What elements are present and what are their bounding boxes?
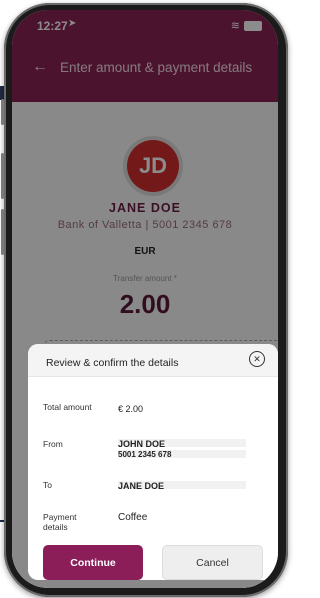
review-dialog: Review & confirm the details ✕ Total amo… <box>28 344 278 580</box>
review-dialog-title: Review & confirm the details <box>46 357 179 369</box>
from-account-number: 5001 2345 678 <box>118 450 172 459</box>
to-account-name: JANE DOE <box>118 481 165 491</box>
continue-button[interactable]: Continue <box>43 545 143 580</box>
close-circle-icon[interactable]: ✕ <box>249 351 265 367</box>
total-amount-value: € 2.00 <box>118 404 144 414</box>
from-label: From <box>43 439 63 449</box>
side-button <box>1 153 4 199</box>
from-account-name: JOHN DOE <box>118 439 166 449</box>
side-button <box>1 209 4 255</box>
payment-details-label-line2: details <box>43 522 68 532</box>
cancel-button[interactable]: Cancel <box>162 545 263 580</box>
to-label: To <box>43 480 52 490</box>
payment-details-label: Payment <box>43 512 77 522</box>
review-dialog-header: Review & confirm the details ✕ <box>28 344 278 377</box>
payment-details-value: Coffee <box>118 512 148 523</box>
side-button <box>1 99 4 125</box>
app-screen: 12:27 ➤ ≋ ← Enter amount & payment detai… <box>12 10 278 588</box>
total-amount-label: Total amount <box>43 402 92 412</box>
